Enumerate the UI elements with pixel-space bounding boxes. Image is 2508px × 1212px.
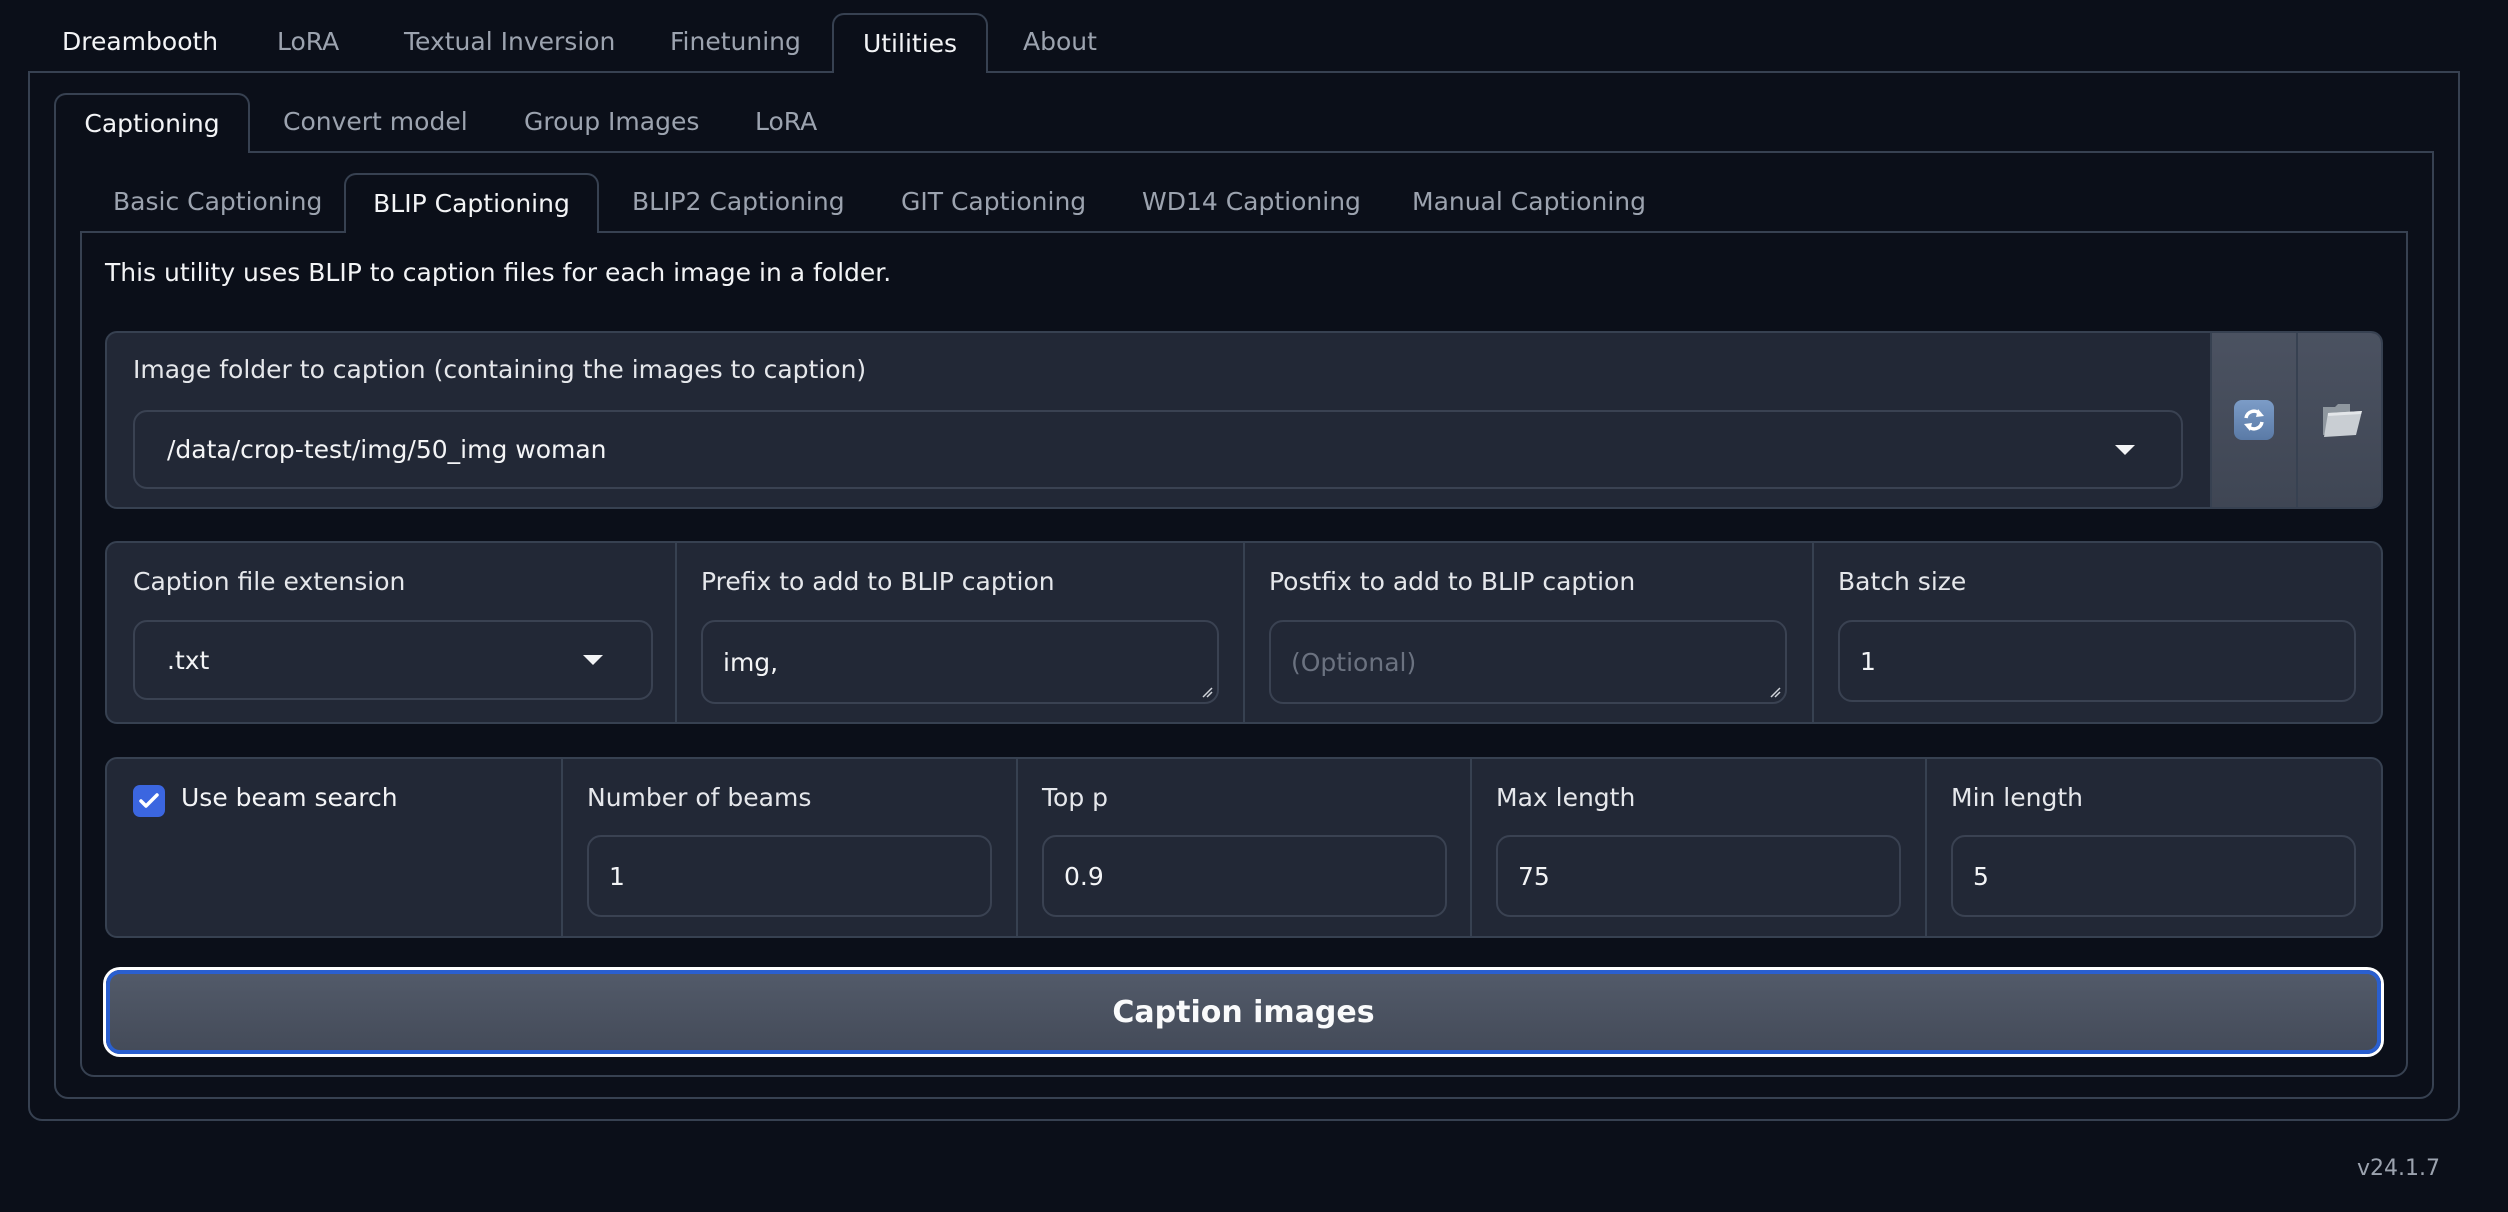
batch-size-input[interactable]: 1 [1838,620,2356,702]
tab-basic-captioning[interactable]: Basic Captioning [113,173,322,231]
postfix-cell: Postfix to add to BLIP caption (Optional… [1245,543,1814,722]
tab-about[interactable]: About [1023,13,1097,71]
batch-size-cell: Batch size 1 [1814,543,2381,722]
resize-handle-icon[interactable] [1769,686,1781,698]
description-text: This utility uses BLIP to caption files … [105,258,892,287]
image-folder-label: Image folder to caption (containing the … [133,355,867,384]
tab-git-captioning[interactable]: GIT Captioning [901,173,1086,231]
tab-convert-model[interactable]: Convert model [283,93,468,151]
beam-options-group: Use beam search Number of beams 1 Top p … [105,757,2383,938]
min-length-value: 5 [1973,861,1989,891]
max-length-cell: Max length 75 [1472,759,1927,936]
open-folder-icon [2320,401,2364,439]
tab-manual-captioning[interactable]: Manual Captioning [1412,173,1646,231]
num-beams-label: Number of beams [587,783,812,812]
refresh-icon [2234,400,2274,440]
max-length-input[interactable]: 75 [1496,835,1901,917]
resize-handle-icon[interactable] [1201,686,1213,698]
tab-blip2-captioning[interactable]: BLIP2 Captioning [632,173,845,231]
caption-images-button[interactable]: Caption images [106,970,2381,1054]
tab-lora-utility[interactable]: LoRA [755,93,817,151]
image-folder-dropdown[interactable]: /data/crop-test/img/50_img woman [133,410,2183,489]
min-length-input[interactable]: 5 [1951,835,2356,917]
tab-dreambooth[interactable]: Dreambooth [62,13,218,71]
extension-dropdown[interactable]: .txt [133,620,653,700]
tab-finetuning[interactable]: Finetuning [670,13,801,71]
num-beams-input[interactable]: 1 [587,835,992,917]
min-length-cell: Min length 5 [1927,759,2381,936]
prefix-textarea[interactable]: img, [701,620,1219,704]
prefix-value: img, [723,647,779,677]
postfix-textarea[interactable]: (Optional) [1269,620,1787,704]
browse-folder-button[interactable] [2296,333,2381,507]
batch-size-label: Batch size [1838,567,1967,596]
min-length-label: Min length [1951,783,2083,812]
postfix-label: Postfix to add to BLIP caption [1269,567,1636,596]
tab-group-images[interactable]: Group Images [524,93,699,151]
image-folder-group: Image folder to caption (containing the … [105,331,2383,509]
prefix-label: Prefix to add to BLIP caption [701,567,1055,596]
top-p-label: Top p [1042,783,1109,812]
tab-lora[interactable]: LoRA [277,13,339,71]
tab-blip-captioning[interactable]: BLIP Captioning [344,173,599,233]
tab-captioning[interactable]: Captioning [54,93,250,153]
extension-label: Caption file extension [133,567,406,596]
caption-options-group: Caption file extension .txt Prefix to ad… [105,541,2383,724]
num-beams-value: 1 [609,861,625,891]
tab-textual-inversion[interactable]: Textual Inversion [404,13,615,71]
use-beam-search-label[interactable]: Use beam search [181,783,398,812]
max-length-value: 75 [1518,861,1550,891]
extension-cell: Caption file extension .txt [107,543,677,722]
max-length-label: Max length [1496,783,1636,812]
num-beams-cell: Number of beams 1 [563,759,1018,936]
use-beam-search-checkbox[interactable] [133,785,165,817]
beam-search-cell: Use beam search [107,759,563,936]
chevron-down-icon [2115,445,2135,455]
batch-size-value: 1 [1860,646,1876,676]
extension-value: .txt [167,645,210,675]
tab-wd14-captioning[interactable]: WD14 Captioning [1142,173,1361,231]
top-p-cell: Top p 0.9 [1018,759,1472,936]
tab-utilities[interactable]: Utilities [832,13,988,73]
checkmark-icon [139,793,159,808]
postfix-placeholder: (Optional) [1291,647,1417,677]
top-p-input[interactable]: 0.9 [1042,835,1447,917]
image-folder-value: /data/crop-test/img/50_img woman [167,435,607,464]
version-label: v24.1.7 [2357,1156,2440,1181]
prefix-cell: Prefix to add to BLIP caption img, [677,543,1245,722]
refresh-button[interactable] [2210,333,2296,507]
chevron-down-icon [583,655,603,665]
top-p-value: 0.9 [1064,861,1104,891]
